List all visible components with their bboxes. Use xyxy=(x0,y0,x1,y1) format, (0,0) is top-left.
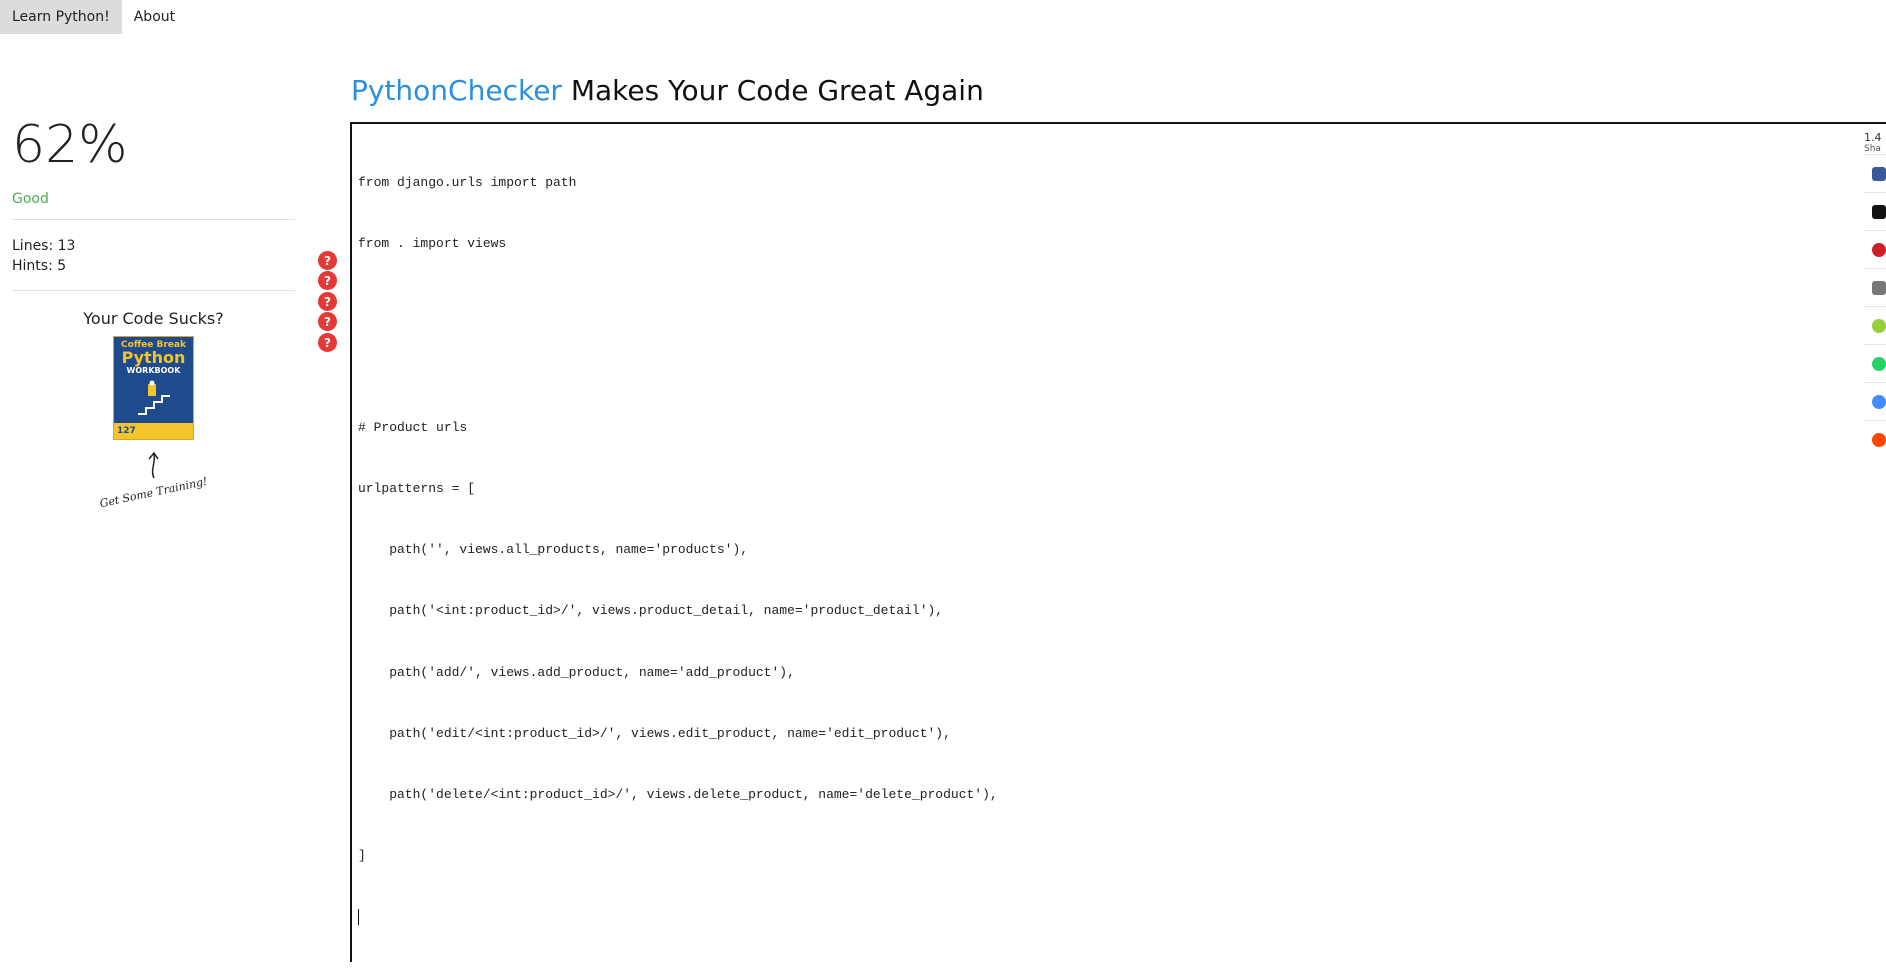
page-title: PythonChecker Makes Your Code Great Agai… xyxy=(351,74,984,107)
share-bar: 1.4 Sha xyxy=(1864,132,1886,458)
code-line: # Product urls xyxy=(358,419,468,435)
book-footer: 127 xyxy=(114,423,193,439)
whatsapp-icon xyxy=(1872,356,1886,371)
sidebar: 62% Good Lines: 13 Hints: 5 Your Code Su… xyxy=(12,112,295,510)
code-line: from . import views xyxy=(358,236,507,252)
x-share-button[interactable] xyxy=(1864,192,1886,230)
code-editor[interactable]: from django.urls import path from . impo… xyxy=(350,122,1886,962)
reddit-icon xyxy=(1872,432,1886,447)
top-nav: Learn Python! About xyxy=(0,0,187,34)
brand-name: PythonChecker xyxy=(351,74,562,107)
code-line: path('<int:product_id>/', views.product_… xyxy=(358,603,944,619)
score-label: Good xyxy=(12,191,49,207)
hint-marker-icon[interactable]: ? xyxy=(318,271,337,290)
whatsapp-share-button[interactable] xyxy=(1864,344,1886,382)
code-line: from django.urls import path xyxy=(358,174,577,190)
x-icon xyxy=(1872,204,1886,219)
share-count: 1.4 xyxy=(1864,131,1882,144)
divider xyxy=(12,219,295,220)
email-icon xyxy=(1872,280,1886,295)
book-title-main: Python xyxy=(121,348,186,367)
sharethis-icon xyxy=(1872,318,1886,333)
facebook-icon xyxy=(1872,166,1886,181)
sharethis-share-button[interactable] xyxy=(1864,306,1886,344)
code-line: path('', views.all_products, name='produ… xyxy=(358,542,749,558)
nav-about[interactable]: About xyxy=(122,0,187,34)
pinterest-share-button[interactable] xyxy=(1864,230,1886,268)
book-cover-image[interactable]: Coffee Break Python WORKBOOK 127 xyxy=(113,336,194,440)
hint-marker-icon[interactable]: ? xyxy=(318,312,337,331)
divider xyxy=(12,290,295,291)
code-content[interactable]: from django.urls import path from . impo… xyxy=(358,132,998,969)
nav-learn-python[interactable]: Learn Python! xyxy=(0,0,122,34)
pinterest-icon xyxy=(1872,242,1886,257)
promo-title: Your Code Sucks? xyxy=(83,309,224,328)
email-share-button[interactable] xyxy=(1864,268,1886,306)
score-value: 62% xyxy=(12,115,128,175)
code-line: urlpatterns = [ xyxy=(358,480,476,496)
stats: Lines: 13 Hints: 5 xyxy=(12,236,295,276)
code-line: path('add/', views.add_product, name='ad… xyxy=(358,664,795,680)
code-line: path('edit/<int:product_id>/', views.edi… xyxy=(358,725,951,741)
reddit-share-button[interactable] xyxy=(1864,420,1886,458)
hints-count: Hints: 5 xyxy=(12,258,67,274)
messenger-icon xyxy=(1872,394,1886,409)
lines-count: Lines: 13 xyxy=(12,238,76,254)
facebook-share-button[interactable] xyxy=(1864,154,1886,192)
tagline: Makes Your Code Great Again xyxy=(561,74,984,107)
text-caret xyxy=(358,907,998,927)
code-line: ] xyxy=(358,848,366,864)
hint-marker-icon[interactable]: ? xyxy=(318,333,337,352)
hint-marker-icon[interactable]: ? xyxy=(318,251,337,270)
hint-marker-icon[interactable]: ? xyxy=(318,292,337,311)
code-line: path('delete/<int:product_id>/', views.d… xyxy=(358,787,998,802)
stairs-illustration-icon xyxy=(137,380,170,415)
book-title-sub: WORKBOOK xyxy=(126,366,181,375)
share-label: Sha xyxy=(1864,144,1881,154)
messenger-share-button[interactable] xyxy=(1864,382,1886,420)
